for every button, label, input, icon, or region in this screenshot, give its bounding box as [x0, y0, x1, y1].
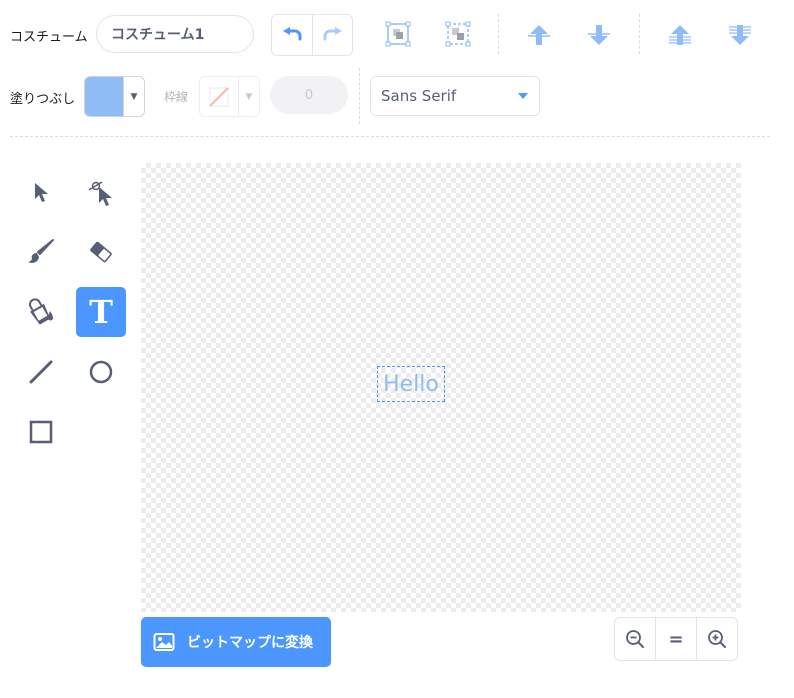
- zoom-out-icon: [626, 630, 644, 648]
- circle-icon: [89, 360, 113, 384]
- group-button[interactable]: [382, 18, 414, 50]
- fill-color-swatch[interactable]: [85, 77, 124, 116]
- separator: [498, 14, 499, 54]
- canvas-text-object[interactable]: Hello: [377, 366, 445, 402]
- costume-name-input[interactable]: [96, 15, 254, 53]
- convert-to-bitmap-label: ビットマップに変換: [187, 635, 313, 651]
- fill-bucket-icon: [29, 298, 53, 325]
- back-button[interactable]: [725, 20, 755, 50]
- backward-button[interactable]: [584, 20, 614, 50]
- caret-down-icon: [518, 93, 528, 99]
- forward-button[interactable]: [524, 20, 554, 50]
- separator: [639, 14, 640, 54]
- image-icon: [153, 633, 175, 651]
- ungroup-icon: [445, 21, 471, 47]
- tool-circle[interactable]: [76, 347, 126, 397]
- tool-eraser[interactable]: [76, 227, 126, 277]
- backward-icon: [588, 25, 610, 45]
- undo-redo-group: [271, 14, 353, 56]
- zoom-out-button[interactable]: [615, 618, 655, 660]
- no-color-icon: [209, 86, 229, 107]
- convert-to-bitmap-button[interactable]: ビットマップに変換: [141, 617, 331, 667]
- toolbar-divider: [10, 136, 770, 137]
- fill-dropdown-button[interactable]: ▼: [124, 77, 144, 116]
- undo-icon: [283, 27, 302, 41]
- font-dropdown[interactable]: Sans Serif: [370, 76, 540, 116]
- tool-select[interactable]: [16, 167, 66, 217]
- front-button[interactable]: [665, 20, 695, 50]
- redo-icon: [323, 27, 342, 41]
- tool-text[interactable]: T: [76, 287, 126, 337]
- text-icon: T: [89, 293, 113, 331]
- front-icon: [669, 25, 691, 45]
- separator: [359, 68, 360, 124]
- outline-label: 枠線: [164, 90, 189, 104]
- select-arrow-icon: [35, 183, 48, 202]
- zoom-controls: =: [614, 617, 738, 661]
- ungroup-button[interactable]: [442, 18, 474, 50]
- caret-down-icon: ▼: [130, 91, 138, 102]
- fill-color-picker[interactable]: ▼: [84, 76, 145, 117]
- costume-label: コスチューム: [10, 30, 88, 45]
- group-icon: [385, 21, 411, 47]
- fill-label: 塗りつぶし: [10, 92, 76, 107]
- eraser-icon: [90, 241, 112, 263]
- zoom-in-icon: [708, 630, 726, 648]
- tool-line[interactable]: [16, 347, 66, 397]
- forward-icon: [528, 25, 550, 45]
- tool-reshape[interactable]: [76, 167, 126, 217]
- font-dropdown-value: Sans Serif: [381, 87, 457, 105]
- zoom-in-button[interactable]: [696, 618, 737, 660]
- tool-rectangle[interactable]: [16, 407, 66, 457]
- outline-color-swatch[interactable]: [200, 77, 239, 116]
- redo-button[interactable]: [313, 15, 352, 55]
- outline-width-input[interactable]: [270, 76, 348, 114]
- line-icon: [29, 360, 53, 384]
- tool-fill[interactable]: [16, 287, 66, 337]
- outline-dropdown-button[interactable]: ▼: [239, 77, 259, 116]
- brush-icon: [28, 239, 54, 263]
- reshape-icon: [88, 181, 112, 206]
- zoom-reset-label: =: [668, 628, 684, 650]
- zoom-reset-button[interactable]: =: [655, 618, 696, 660]
- paint-canvas[interactable]: Hello: [141, 163, 741, 612]
- back-icon: [729, 25, 751, 45]
- caret-down-icon: ▼: [245, 91, 253, 102]
- undo-button[interactable]: [272, 15, 314, 55]
- rectangle-icon: [29, 420, 53, 444]
- tool-brush[interactable]: [16, 227, 66, 277]
- outline-color-picker[interactable]: ▼: [199, 76, 260, 117]
